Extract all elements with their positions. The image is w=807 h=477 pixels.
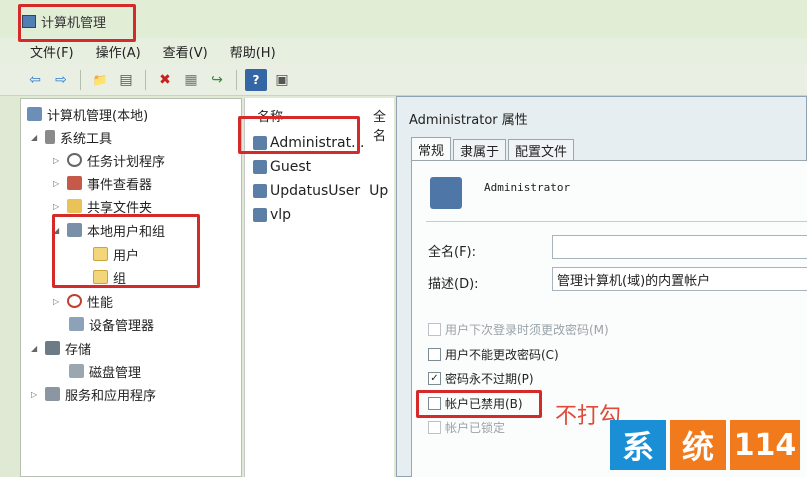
highlight-administrator — [238, 116, 360, 154]
menu-view[interactable]: 查看(V) — [163, 42, 208, 61]
checkbox-account-locked[interactable]: 帐户已锁定 — [428, 419, 505, 436]
tree-item-label: 磁盘管理 — [89, 365, 142, 381]
performance-icon — [67, 294, 82, 308]
view-icon[interactable]: ▣ — [271, 69, 293, 91]
tree-item-label: 存储 — [65, 342, 92, 358]
column-header-fullname[interactable]: 全名 — [373, 106, 394, 144]
tree-item-label: 性能 — [87, 295, 114, 311]
list-item-updatususer[interactable]: UpdatusUser Up — [253, 180, 388, 202]
menu-file[interactable]: 文件(F) — [30, 42, 74, 61]
device-manager-icon — [69, 317, 84, 331]
user-name: UpdatusUser — [270, 183, 361, 199]
help-icon[interactable]: ? — [245, 68, 267, 91]
toolbar-separator — [145, 69, 146, 90]
back-icon[interactable]: ⇦ — [24, 69, 46, 91]
dialog-divider — [426, 221, 807, 222]
description-field[interactable]: 管理计算机(域)的内置帐户 — [552, 267, 807, 291]
tree-item-task-scheduler[interactable]: ▷ 任务计划程序 — [53, 149, 165, 171]
account-name: Administrator — [484, 181, 571, 194]
tree-item-disk-management[interactable]: 磁盘管理 — [69, 360, 141, 382]
highlight-window-title — [18, 4, 136, 42]
menu-action[interactable]: 操作(A) — [96, 42, 141, 61]
dialog-tabs: 常规 隶属于 配置文件 — [411, 137, 576, 161]
description-label: 描述(D): — [428, 277, 479, 292]
tree-item-event-viewer[interactable]: ▷ 事件查看器 — [53, 172, 152, 194]
checkbox-label: 密码永不过期(P) — [445, 372, 534, 386]
toolbar-separator — [236, 69, 237, 90]
checkmark-icon[interactable]: ✓ — [428, 372, 441, 385]
tree-item-storage[interactable]: ◢ 存储 — [31, 337, 91, 359]
user-list: 名称 全名 Administrat... Guest UpdatusUser U… — [244, 98, 394, 477]
expand-arrow-icon[interactable]: ▷ — [53, 179, 62, 188]
toolbar-separator — [80, 69, 81, 90]
user-fullname: Up — [369, 183, 389, 199]
watermark-tile: 114 — [730, 420, 800, 470]
dialog-title: Administrator 属性 — [409, 113, 528, 128]
tree-item-label: 计算机管理(本地) — [47, 108, 149, 124]
list-item-vlp[interactable]: vlp — [253, 204, 291, 226]
checkbox-cannot-change-password[interactable]: 用户不能更改密码(C) — [428, 346, 559, 363]
fullname-label: 全名(F): — [428, 245, 477, 260]
highlight-account-disabled — [416, 390, 542, 418]
user-icon — [253, 160, 267, 174]
checkbox-must-change-password[interactable]: 用户下次登录时须更改密码(M) — [428, 321, 609, 338]
export-icon[interactable]: ↪ — [206, 69, 228, 91]
checkbox-label: 用户不能更改密码(C) — [445, 348, 559, 362]
user-name: Guest — [270, 159, 312, 175]
tree-item-label: 系统工具 — [60, 131, 113, 147]
user-icon — [253, 184, 267, 198]
checkbox-box[interactable] — [428, 421, 441, 434]
list-item-guest[interactable]: Guest — [253, 156, 311, 178]
tab-profile[interactable]: 配置文件 — [508, 139, 575, 161]
show-tree-icon[interactable]: ▤ — [115, 69, 137, 91]
expand-arrow-icon[interactable]: ◢ — [31, 344, 40, 353]
shared-folder-icon — [67, 199, 82, 213]
expand-arrow-icon[interactable]: ▷ — [53, 297, 62, 306]
tree-item-services-applications[interactable]: ▷ 服务和应用程序 — [31, 383, 156, 405]
expand-arrow-icon[interactable]: ▷ — [53, 156, 62, 165]
checkbox-password-never-expires[interactable]: ✓ 密码永不过期(P) — [428, 370, 534, 387]
user-avatar-icon — [430, 177, 462, 209]
tab-member-of[interactable]: 隶属于 — [453, 139, 507, 161]
user-icon — [253, 208, 267, 222]
tree-item-device-manager[interactable]: 设备管理器 — [69, 313, 154, 335]
forward-icon[interactable]: ⇨ — [50, 69, 72, 91]
event-viewer-icon — [67, 176, 82, 190]
expand-arrow-icon[interactable]: ▷ — [31, 390, 40, 399]
tree-item-label: 服务和应用程序 — [65, 388, 157, 404]
tree-item-system-tools[interactable]: ◢ 系统工具 — [31, 126, 112, 148]
tab-general[interactable]: 常规 — [411, 137, 452, 161]
up-folder-icon[interactable]: 📁 — [89, 69, 111, 91]
highlight-local-users — [52, 214, 200, 288]
toolbar: ⇦ ⇨ 📁 ▤ ✖ ▦ ↪ ? ▣ — [0, 64, 807, 96]
delete-icon[interactable]: ✖ — [154, 69, 176, 91]
properties-icon[interactable]: ▦ — [180, 69, 202, 91]
clock-icon — [67, 153, 82, 167]
watermark-tile: 统 — [670, 420, 726, 470]
expand-arrow-icon[interactable]: ▷ — [53, 202, 62, 211]
expand-arrow-icon[interactable]: ◢ — [31, 133, 40, 142]
disk-icon — [69, 364, 84, 378]
tree-item-label: 任务计划程序 — [87, 154, 166, 170]
checkbox-label: 用户下次登录时须更改密码(M) — [445, 323, 609, 337]
tree-item-label: 共享文件夹 — [87, 200, 153, 216]
tools-icon — [45, 130, 55, 144]
tree-item-computer-management[interactable]: 计算机管理(本地) — [27, 103, 148, 125]
menu-help[interactable]: 帮助(H) — [230, 42, 276, 61]
user-name: vlp — [270, 207, 292, 223]
watermark-tile: 系 — [610, 420, 666, 470]
checkbox-box[interactable] — [428, 323, 441, 336]
services-icon — [45, 387, 60, 401]
checkbox-label: 帐户已锁定 — [445, 421, 506, 435]
tree-item-label: 事件查看器 — [87, 177, 153, 193]
storage-icon — [45, 341, 60, 355]
tree-item-performance[interactable]: ▷ 性能 — [53, 290, 113, 312]
computer-icon — [27, 107, 42, 121]
checkbox-box[interactable] — [428, 348, 441, 361]
tree-item-label: 设备管理器 — [89, 318, 155, 334]
fullname-field[interactable] — [552, 235, 807, 259]
